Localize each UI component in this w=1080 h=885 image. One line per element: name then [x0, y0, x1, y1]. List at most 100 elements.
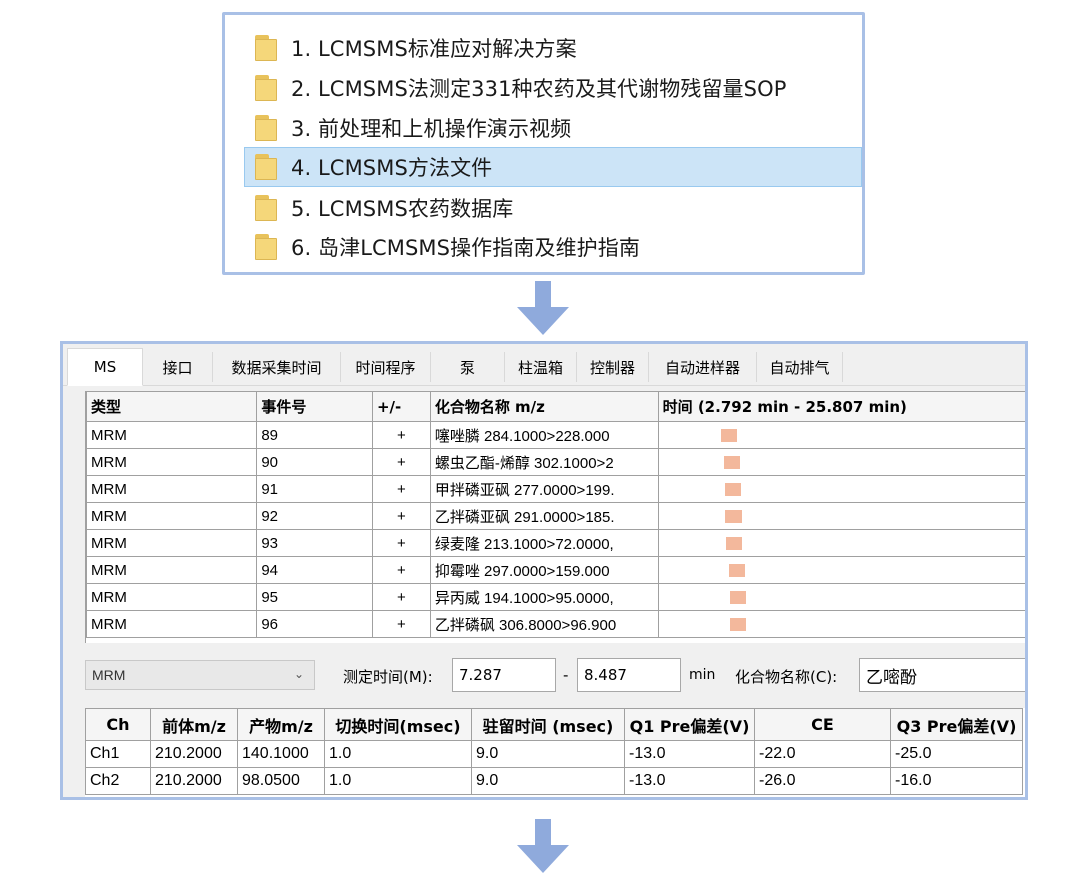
cell-type: MRM [85, 583, 258, 611]
cell-q1-pre-bias[interactable]: -13.0 [624, 740, 755, 768]
timeline-bar [726, 537, 743, 550]
cell-precursor[interactable]: 210.2000 [150, 740, 238, 768]
down-arrow-icon [517, 281, 569, 335]
table-row[interactable]: MRM 93 + 绿麦隆 213.1000>72.0000, [85, 529, 1025, 557]
time-start-input[interactable]: 7.287 [452, 658, 556, 692]
tab-auto-purge[interactable]: 自动排气 [757, 352, 843, 382]
col-header-time[interactable]: 时间 (2.792 min - 25.807 min) [657, 391, 1025, 422]
cell-compound: 噻唑膦 284.1000>228.000 [429, 421, 659, 449]
cell-ce[interactable]: -26.0 [754, 767, 891, 795]
timeline-bar [720, 429, 737, 442]
tab-controller[interactable]: 控制器 [577, 352, 649, 382]
compound-name-input[interactable]: 乙嘧酚 [859, 658, 1025, 692]
table-row[interactable]: MRM 95 + 异丙威 194.1000>95.0000, [85, 583, 1025, 611]
col-header-q3-pre-bias[interactable]: Q3 Pre偏差(V) [890, 708, 1023, 741]
col-header-product[interactable]: 产物m/z [237, 708, 325, 741]
cell-timeline [657, 448, 1025, 476]
cell-timeline [657, 529, 1025, 557]
cell-pause-time[interactable]: 1.0 [324, 767, 472, 795]
folder-item-2[interactable]: 2. LCMSMS法测定331种农药及其代谢物残留量SOP [245, 68, 863, 108]
cell-event: 95 [256, 583, 373, 611]
table-row[interactable]: MRM 91 + 甲拌磷亚砜 277.0000>199. [85, 475, 1025, 503]
timeline-bar [728, 564, 745, 577]
folder-item-5[interactable]: 5. LCMSMS农药数据库 [245, 188, 863, 228]
cell-q1-pre-bias[interactable]: -13.0 [624, 767, 755, 795]
table-row[interactable]: Ch2 210.2000 98.0500 1.0 9.0 -13.0 -26.0… [85, 767, 1023, 795]
cell-timeline [657, 502, 1025, 530]
cell-ch: Ch1 [85, 740, 151, 768]
tab-time-program[interactable]: 时间程序 [341, 352, 431, 382]
folder-icon [255, 234, 277, 260]
channel-table-header: Ch 前体m/z 产物m/z 切换时间(msec) 驻留时间 (msec) Q1… [85, 708, 1023, 741]
cell-event: 89 [256, 421, 373, 449]
timeline-bar [724, 483, 741, 496]
tab-pump[interactable]: 泵 [431, 352, 505, 382]
col-header-event-no[interactable]: 事件号 [256, 391, 373, 422]
folder-item-4[interactable]: 4. LCMSMS方法文件 [244, 147, 862, 187]
folder-item-3[interactable]: 3. 前处理和上机操作演示视频 [245, 108, 863, 148]
cell-product[interactable]: 98.0500 [237, 767, 325, 795]
folder-icon [255, 115, 277, 141]
tab-acquisition-time[interactable]: 数据采集时间 [213, 352, 341, 382]
cell-polarity: + [371, 502, 431, 530]
col-header-compound[interactable]: 化合物名称 m/z [429, 391, 659, 422]
col-header-type[interactable]: 类型 [85, 391, 258, 422]
channel-table: Ch 前体m/z 产物m/z 切换时间(msec) 驻留时间 (msec) Q1… [85, 708, 1023, 795]
lcmsms-method-window: MS 接口 数据采集时间 时间程序 泵 柱温箱 控制器 自动进样器 自动排气 类… [60, 341, 1028, 800]
time-end-input[interactable]: 8.487 [577, 658, 681, 692]
folder-item-6[interactable]: 6. 岛津LCMSMS操作指南及维护指南 [245, 227, 863, 267]
col-header-dwell-time[interactable]: 驻留时间 (msec) [471, 708, 625, 741]
col-header-ce[interactable]: CE [754, 708, 891, 741]
col-header-ch[interactable]: Ch [85, 708, 151, 741]
cell-precursor[interactable]: 210.2000 [150, 767, 238, 795]
cell-q3-pre-bias[interactable]: -16.0 [890, 767, 1023, 795]
tab-interface[interactable]: 接口 [143, 352, 213, 382]
cell-timeline [657, 583, 1025, 611]
col-header-q1-pre-bias[interactable]: Q1 Pre偏差(V) [624, 708, 755, 741]
cell-product[interactable]: 140.1000 [237, 740, 325, 768]
cell-type: MRM [85, 475, 258, 503]
table-row[interactable]: MRM 92 + 乙拌磷亚砜 291.0000>185. [85, 502, 1025, 530]
folder-item-1[interactable]: 1. LCMSMS标准应对解决方案 [245, 28, 863, 68]
cell-compound: 绿麦隆 213.1000>72.0000, [429, 529, 659, 557]
down-arrow-icon [517, 819, 569, 873]
cell-dwell-time[interactable]: 9.0 [471, 767, 625, 795]
acquisition-mode-select[interactable]: MRM ⌄ [85, 660, 315, 690]
cell-event: 94 [256, 556, 373, 584]
event-table-header: 类型 事件号 +/- 化合物名称 m/z 时间 (2.792 min - 25.… [85, 391, 1025, 422]
cell-event: 90 [256, 448, 373, 476]
col-header-polarity[interactable]: +/- [371, 391, 431, 422]
tab-autosampler[interactable]: 自动进样器 [649, 352, 757, 382]
cell-dwell-time[interactable]: 9.0 [471, 740, 625, 768]
event-grid[interactable]: 类型 事件号 +/- 化合物名称 m/z 时间 (2.792 min - 25.… [85, 391, 1025, 643]
folder-icon [255, 35, 277, 61]
cell-type: MRM [85, 556, 258, 584]
folder-label: 5. LCMSMS农药数据库 [291, 197, 514, 221]
tab-column-oven[interactable]: 柱温箱 [505, 352, 577, 382]
cell-timeline [657, 475, 1025, 503]
measure-time-label: 测定时间(M): [343, 668, 433, 686]
cell-event: 92 [256, 502, 373, 530]
cell-type: MRM [85, 448, 258, 476]
table-row[interactable]: MRM 90 + 螺虫乙酯-烯醇 302.1000>2 [85, 448, 1025, 476]
folder-label: 4. LCMSMS方法文件 [291, 156, 493, 180]
cell-ce[interactable]: -22.0 [754, 740, 891, 768]
cell-compound: 乙拌磷砜 306.8000>96.900 [429, 610, 659, 638]
tab-ms[interactable]: MS [67, 348, 143, 386]
cell-timeline [657, 610, 1025, 638]
col-header-precursor[interactable]: 前体m/z [150, 708, 238, 741]
cell-pause-time[interactable]: 1.0 [324, 740, 472, 768]
tab-bar: MS 接口 数据采集时间 时间程序 泵 柱温箱 控制器 自动进样器 自动排气 [63, 344, 1025, 386]
folder-list-panel: 1. LCMSMS标准应对解决方案 2. LCMSMS法测定331种农药及其代谢… [222, 12, 865, 275]
table-row[interactable]: MRM 89 + 噻唑膦 284.1000>228.000 [85, 421, 1025, 449]
folder-label: 2. LCMSMS法测定331种农药及其代谢物残留量SOP [291, 77, 787, 101]
table-row[interactable]: MRM 94 + 抑霉唑 297.0000>159.000 [85, 556, 1025, 584]
col-header-pause-time[interactable]: 切换时间(msec) [324, 708, 472, 741]
folder-label: 6. 岛津LCMSMS操作指南及维护指南 [291, 236, 640, 260]
channel-grid[interactable]: Ch 前体m/z 产物m/z 切换时间(msec) 驻留时间 (msec) Q1… [85, 708, 1025, 797]
table-row[interactable]: MRM 96 + 乙拌磷砜 306.8000>96.900 [85, 610, 1025, 638]
cell-compound: 异丙威 194.1000>95.0000, [429, 583, 659, 611]
cell-q3-pre-bias[interactable]: -25.0 [890, 740, 1023, 768]
cell-polarity: + [371, 556, 431, 584]
table-row[interactable]: Ch1 210.2000 140.1000 1.0 9.0 -13.0 -22.… [85, 740, 1023, 768]
